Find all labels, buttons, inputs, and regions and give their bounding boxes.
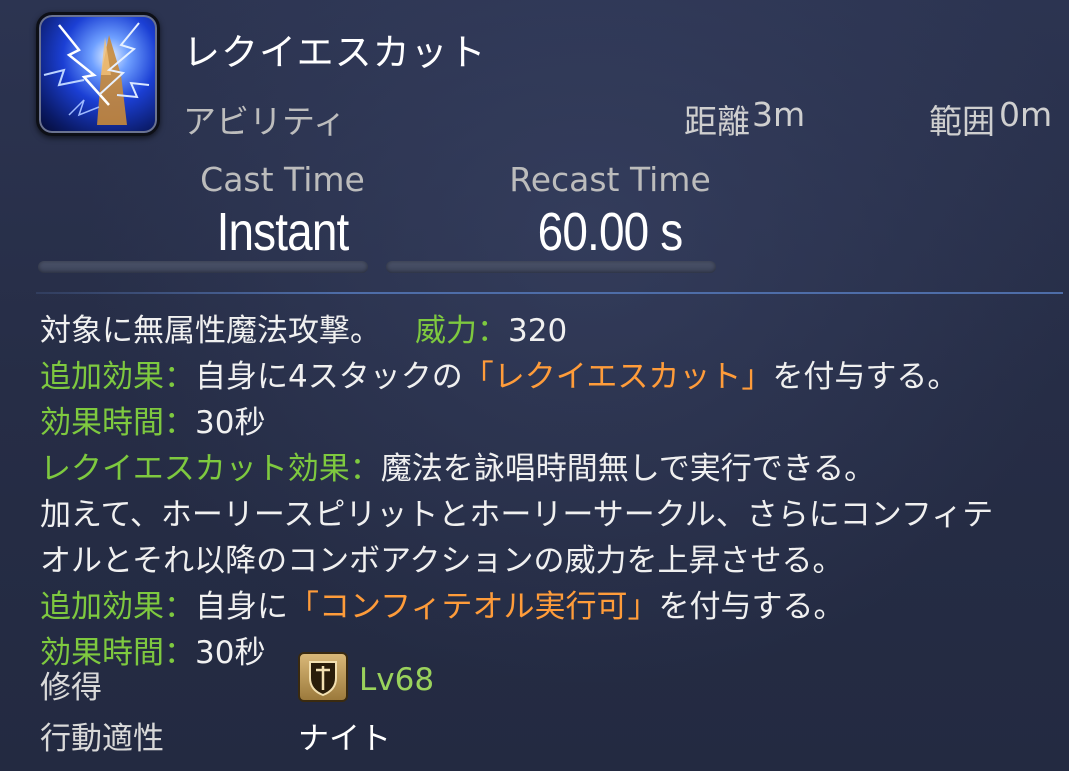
desc-line: 追加効果：自身に4スタックの「レクイエスカット」を付与する。 [40,354,1049,400]
duration-label: 効果時間： [40,405,195,441]
paladin-shield-icon [298,652,348,702]
effect-label: レクイエスカット効果： [40,451,381,487]
recast-time-value: 60.00 s [537,202,683,262]
skill-name: レクイエスカット [183,31,487,74]
effect-label: 追加効果： [40,589,195,625]
desc-text: 魔法を詠唱時間無しで実行できる。 [380,451,876,487]
cast-time-value: Instant [216,202,350,262]
action-tooltip: レクイエスカット アビリティ 距離 3m 範囲 0m Cast Time Ins… [0,0,1069,771]
effect-label: 追加効果： [40,359,195,395]
desc-line: 追加効果：自身に「コンフィテオル実行可」を付与する。 [40,584,1049,630]
recast-time-block: Recast Time 60.00 s [490,160,730,263]
desc-text: を付与する。 [772,359,959,395]
cast-time-bar [38,261,368,273]
potency-value: 320 [508,313,568,349]
desc-text: を付与する。 [658,589,845,625]
desc-line: レクイエスカット効果：魔法を詠唱時間無しで実行できる。 [40,446,1049,492]
recast-time-label: Recast Time [509,160,711,199]
potency-label: 威力： [415,313,508,349]
status-highlight: 「レクイエスカット」 [462,359,773,395]
desc-line: 対象に無属性魔法攻撃。 威力：320 [40,308,1049,354]
class-label: 行動適性 [40,721,164,757]
radius-value: 0m [999,95,1053,134]
desc-line: 効果時間：30秒 [40,400,1049,446]
acquire-level: Lv68 [359,662,435,698]
desc-line: 効果時間：30秒 [40,630,1049,676]
duration-value: 30秒 [195,635,266,671]
cast-time-block: Cast Time Instant [180,160,385,263]
desc-text: オルとそれ以降のコンボアクションの威力を上昇させる。 [40,543,844,579]
desc-text: 加えて、ホーリースピリットとホーリーサークル、さらにコンフィテ [40,497,994,533]
acquire-label: 修得 [40,670,102,706]
desc-text: 自身に [195,589,288,625]
description: 対象に無属性魔法攻撃。 威力：320 追加効果：自身に4スタックの「レクイエスカッ… [40,308,1049,676]
skill-category: アビリティ [183,102,347,141]
job-name: ナイト [298,721,391,757]
divider [36,292,1063,294]
desc-line: オルとそれ以降のコンボアクションの威力を上昇させる。 [40,538,1049,584]
range-label: 距離 [684,102,750,141]
status-highlight: 「コンフィテオル実行可」 [288,589,659,625]
duration-value: 30秒 [195,405,266,441]
desc-text: 対象に無属性魔法攻撃。 [40,313,381,349]
recast-time-bar [386,261,716,273]
radius-label: 範囲 [929,102,995,141]
desc-line: 加えて、ホーリースピリットとホーリーサークル、さらにコンフィテ [40,492,1049,538]
desc-text: 自身に4スタックの [195,359,463,395]
cast-time-label: Cast Time [200,160,365,199]
lightning-sword-icon [36,12,160,136]
range-value: 3m [752,95,806,134]
